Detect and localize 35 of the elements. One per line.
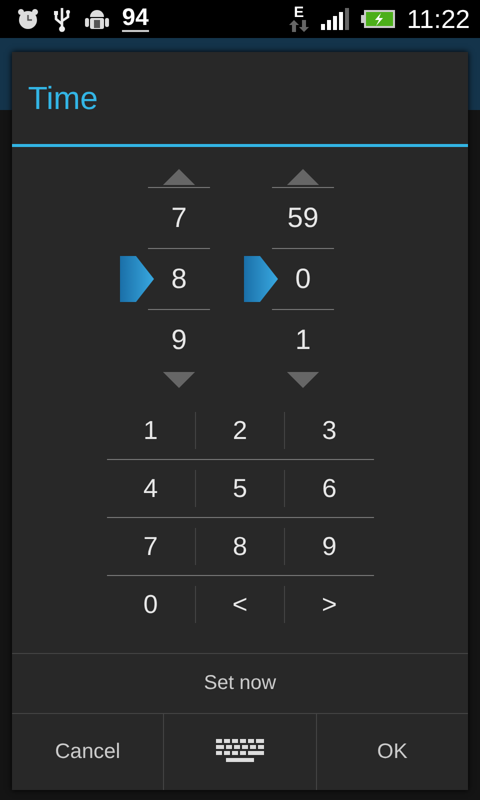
keypad-key[interactable]: 7 (106, 518, 195, 575)
keypad-key[interactable]: 9 (285, 518, 374, 575)
usb-icon (52, 6, 72, 32)
clock-time: 11:22 (406, 4, 470, 34)
keypad-key[interactable]: 6 (285, 460, 374, 517)
picker-value[interactable]: 7 (171, 202, 187, 234)
keypad-key[interactable]: > (285, 576, 374, 633)
picker-value[interactable]: 1 (295, 324, 311, 356)
down-arrow-icon[interactable] (287, 372, 319, 388)
down-arrow-icon[interactable] (163, 372, 195, 388)
keyboard-icon (216, 739, 264, 765)
ok-button[interactable]: OK (316, 714, 468, 790)
dialog-title: Time (27, 79, 99, 118)
picker-value[interactable]: 59 (287, 202, 319, 234)
picker-value[interactable]: 8 (171, 263, 187, 295)
keypad-key[interactable]: 1 (106, 402, 195, 459)
up-arrow-icon[interactable] (287, 169, 319, 185)
picker-value[interactable]: 9 (171, 324, 187, 356)
up-arrow-icon[interactable] (163, 169, 195, 185)
keypad-key[interactable]: 2 (196, 402, 284, 459)
keypad-key[interactable]: 4 (106, 460, 195, 517)
battery-charging-icon (360, 10, 395, 28)
cancel-button[interactable]: Cancel (12, 714, 164, 790)
data-arrows-icon (288, 20, 309, 32)
battery-percent: 94 (122, 6, 149, 32)
keypad-key[interactable]: 3 (285, 402, 374, 459)
set-now-button[interactable]: Set now (12, 653, 468, 713)
picker-value[interactable]: 0 (295, 263, 311, 295)
keypad-key[interactable]: 5 (196, 460, 284, 517)
signal-icon (320, 8, 349, 30)
keypad-key[interactable]: 0 (106, 576, 195, 633)
keypad-key[interactable]: 8 (196, 518, 284, 575)
network-type: E (294, 6, 304, 20)
keypad-key[interactable]: < (196, 576, 284, 633)
alarm-clock-icon (16, 7, 40, 31)
